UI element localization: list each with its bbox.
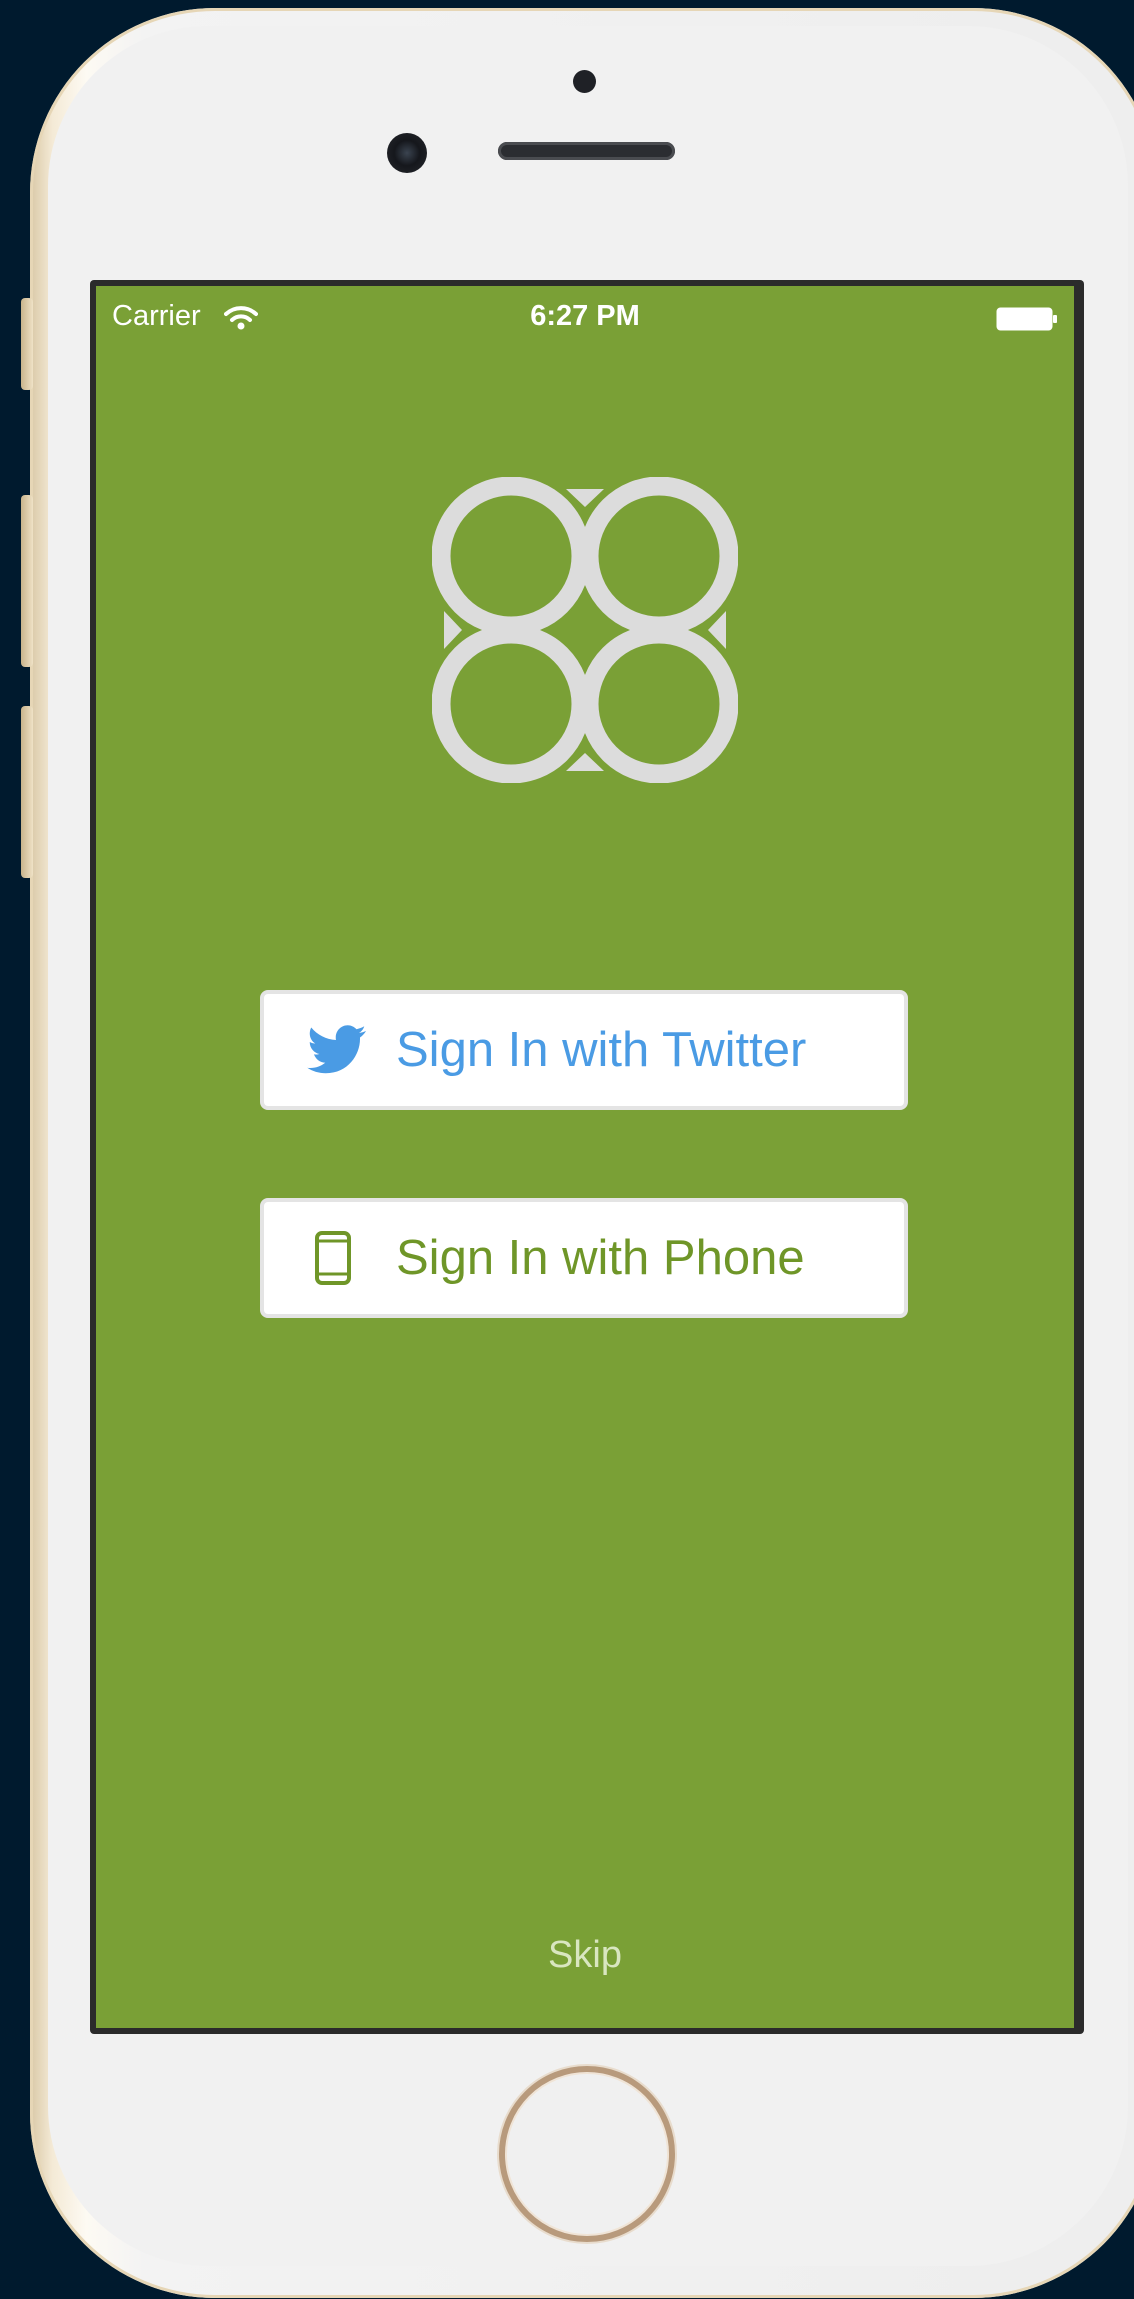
four-circles-logo-icon (432, 477, 738, 783)
front-camera (387, 133, 427, 173)
battery-full-icon (996, 307, 1057, 331)
twitter-bird-icon (307, 1025, 366, 1074)
mute-switch (21, 298, 33, 390)
mobile-phone-icon (315, 1231, 351, 1285)
screen: Carrier 6:27 PM Sign In with Twitter Sig… (90, 280, 1084, 2034)
home-button[interactable] (499, 2066, 675, 2242)
skip-link[interactable]: Skip (96, 1934, 1074, 1977)
sign-in-phone-button[interactable]: Sign In with Phone (260, 1198, 908, 1318)
status-time: 6:27 PM (530, 300, 640, 332)
app-screen: Carrier 6:27 PM Sign In with Twitter Sig… (96, 286, 1074, 2028)
earpiece-speaker (498, 142, 675, 160)
status-bar: Carrier 6:27 PM (96, 286, 1074, 346)
sign-in-twitter-label: Sign In with Twitter (396, 1023, 807, 1077)
proximity-sensor (573, 70, 596, 93)
sign-in-phone-label: Sign In with Phone (396, 1231, 805, 1285)
sign-in-twitter-button[interactable]: Sign In with Twitter (260, 990, 908, 1110)
volume-up-button (21, 495, 33, 667)
volume-down-button (21, 706, 33, 878)
